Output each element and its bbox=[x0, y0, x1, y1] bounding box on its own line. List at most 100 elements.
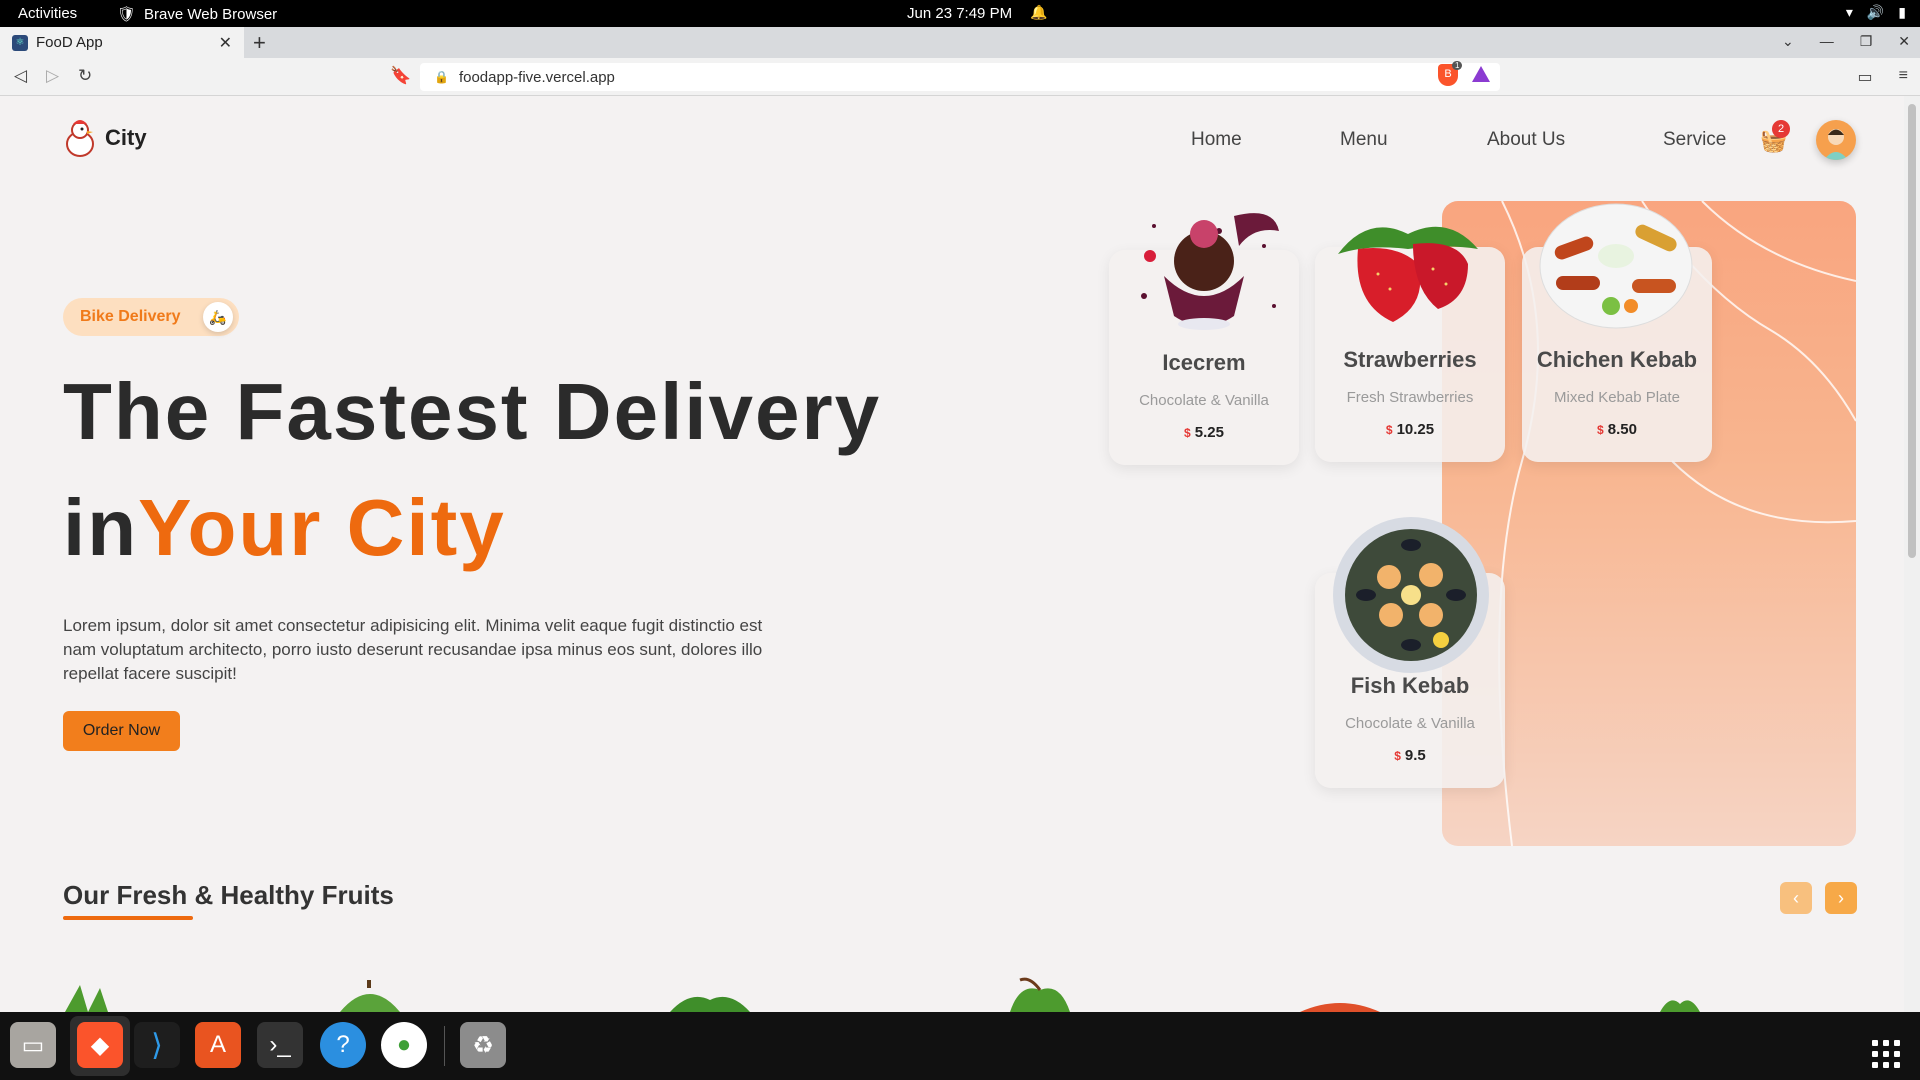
tab-strip: ⚛ FooD App ✕ + ⌄ — ❐ ✕ bbox=[0, 27, 1920, 58]
fruit-thumbnail-4 bbox=[1010, 977, 1070, 1012]
fruit-thumbnail-5 bbox=[1300, 1003, 1380, 1012]
url-text: foodapp-five.vercel.app bbox=[458, 68, 615, 86]
clock[interactable]: Jun 23 7:49 PM bbox=[907, 5, 1012, 22]
site-logo[interactable]: City bbox=[63, 118, 147, 158]
reload-icon[interactable]: ↻ bbox=[78, 66, 92, 86]
card-price: $9.5 bbox=[1315, 747, 1505, 764]
tab-food-app[interactable]: ⚛ FooD App ✕ bbox=[0, 27, 244, 58]
card-name: Strawberries bbox=[1343, 347, 1477, 372]
currency-symbol: $ bbox=[1385, 423, 1393, 437]
url-field[interactable]: 🔒 foodapp-five.vercel.app bbox=[420, 63, 1500, 91]
brave-browser-icon[interactable]: ◆ bbox=[77, 1022, 123, 1068]
currency-symbol: $ bbox=[1184, 426, 1191, 440]
card-name: Icecrem bbox=[1162, 350, 1246, 375]
address-bar-row: ◁ ▷ ↻ 🔖 🔒 foodapp-five.vercel.app B 1 ▭ … bbox=[0, 58, 1920, 96]
bookmark-icon[interactable]: 🔖 bbox=[390, 66, 411, 86]
browser-right-icons: ▭ ≡ bbox=[1858, 67, 1908, 87]
delivery-scooter-icon: 🛵 bbox=[203, 302, 233, 332]
hero-headline-line1: The Fastest Delivery bbox=[63, 367, 882, 456]
notification-bell-icon: 🔔 bbox=[1030, 4, 1048, 20]
kebab-plate-image bbox=[1539, 203, 1693, 329]
fruits-section-title: Our Fresh & Healthy Fruits bbox=[63, 880, 394, 910]
dock-separator bbox=[444, 1026, 445, 1066]
brand-name: City bbox=[105, 125, 147, 150]
cart-count-badge: 2 bbox=[1772, 120, 1790, 138]
card-price: $10.25 bbox=[1315, 421, 1505, 438]
system-tray[interactable]: ▾ 🔊 ▮ bbox=[1846, 4, 1906, 21]
card-price: $8.50 bbox=[1522, 421, 1712, 438]
tab-title: FooD App bbox=[36, 34, 103, 51]
user-avatar[interactable] bbox=[1816, 120, 1856, 160]
card-name: Fish Kebab bbox=[1350, 673, 1470, 698]
nav-menu[interactable]: Menu bbox=[1340, 129, 1388, 151]
files-icon[interactable]: ▭ bbox=[10, 1022, 56, 1068]
mongodb-compass-icon[interactable]: ● bbox=[381, 1022, 427, 1068]
order-now-button[interactable]: Order Now bbox=[63, 711, 180, 751]
bike-delivery-label: Bike Delivery bbox=[80, 308, 181, 325]
web-page: City Home Menu About Us Service 🧺 2 Bike… bbox=[0, 96, 1904, 1012]
forward-icon[interactable]: ▷ bbox=[46, 66, 59, 86]
show-applications-icon[interactable] bbox=[1872, 1040, 1900, 1068]
fruit-thumbnail-1 bbox=[65, 985, 108, 1012]
back-icon[interactable]: ◁ bbox=[14, 66, 27, 86]
wifi-icon: ▾ bbox=[1845, 4, 1853, 20]
close-window-icon[interactable]: ✕ bbox=[1898, 33, 1910, 50]
window-controls: ⌄ — ❐ ✕ bbox=[1782, 33, 1910, 50]
page-scrollbar[interactable] bbox=[1904, 96, 1920, 1012]
lock-icon: 🔒 bbox=[434, 70, 449, 84]
price-value: 9.5 bbox=[1404, 747, 1426, 764]
card-name: Chichen Kebab bbox=[1536, 347, 1698, 372]
section-title-underline bbox=[63, 916, 193, 920]
strawberries-image bbox=[1338, 226, 1478, 322]
price-value: 5.25 bbox=[1194, 424, 1224, 441]
app-menu[interactable]: 🛡 Brave Web Browser bbox=[117, 5, 278, 24]
headline-accent: Your City bbox=[138, 483, 506, 572]
chef-chicken-logo-icon bbox=[66, 120, 94, 157]
vscode-icon[interactable]: ⟩ bbox=[134, 1022, 180, 1068]
react-favicon-icon: ⚛ bbox=[12, 34, 28, 51]
fruit-thumbnail-2 bbox=[340, 980, 400, 1012]
brave-rewards-icon[interactable] bbox=[1472, 66, 1490, 82]
app-menu-label: Brave Web Browser bbox=[144, 5, 278, 23]
price-value: 8.50 bbox=[1607, 421, 1637, 438]
software-store-icon[interactable]: A bbox=[195, 1022, 241, 1068]
carousel-prev-button[interactable]: ‹ bbox=[1780, 882, 1812, 914]
help-icon[interactable]: ? bbox=[320, 1022, 366, 1068]
new-tab-button[interactable]: + bbox=[253, 30, 266, 56]
card-description: Chocolate & Vanilla bbox=[1345, 715, 1475, 732]
card-description: Fresh Strawberries bbox=[1346, 389, 1474, 406]
currency-symbol: $ bbox=[1394, 749, 1401, 763]
price-value: 10.25 bbox=[1396, 421, 1435, 438]
carousel-next-button[interactable]: › bbox=[1825, 882, 1857, 914]
terminal-icon[interactable]: ›_ bbox=[257, 1022, 303, 1068]
battery-icon: ▮ bbox=[1898, 4, 1906, 20]
volume-icon: 🔊 bbox=[1866, 4, 1885, 20]
hero-description: Lorem ipsum, dolor sit amet consectetur … bbox=[63, 616, 763, 683]
hero-headline-line2: inYour City bbox=[63, 482, 506, 574]
avatar-icon bbox=[1824, 129, 1848, 160]
fruit-thumbnail-6 bbox=[1660, 1000, 1700, 1012]
card-description: Mixed Kebab Plate bbox=[1554, 389, 1680, 406]
dock: ▭ ◆ ⟩ A ›_ ? ● ♻ bbox=[0, 1012, 1920, 1080]
fruit-thumbnail-3 bbox=[670, 996, 750, 1012]
trash-icon[interactable]: ♻ bbox=[460, 1022, 506, 1068]
menu-icon[interactable]: ≡ bbox=[1899, 67, 1908, 87]
system-top-bar: Activities 🛡 Brave Web Browser Jun 23 7:… bbox=[0, 0, 1920, 27]
maximize-icon[interactable]: ❐ bbox=[1860, 33, 1873, 50]
nav-home[interactable]: Home bbox=[1191, 129, 1242, 151]
scrollbar-thumb[interactable] bbox=[1908, 104, 1916, 558]
brave-lion-icon: 🛡 bbox=[117, 6, 137, 23]
bike-delivery-pill: Bike Delivery 🛵 bbox=[63, 298, 239, 336]
nav-about-us[interactable]: About Us bbox=[1487, 129, 1565, 151]
close-tab-icon[interactable]: ✕ bbox=[219, 33, 232, 53]
nav-service[interactable]: Service bbox=[1663, 129, 1726, 151]
activities-button[interactable]: Activities bbox=[18, 5, 77, 22]
icecream-image bbox=[1141, 213, 1279, 330]
wallet-icon[interactable]: ▭ bbox=[1858, 67, 1873, 87]
currency-symbol: $ bbox=[1597, 423, 1604, 437]
card-description: Chocolate & Vanilla bbox=[1139, 392, 1269, 409]
minimize-icon[interactable]: — bbox=[1820, 33, 1834, 50]
card-price: $5.25 bbox=[1109, 424, 1299, 441]
fish-kebab-image bbox=[1333, 517, 1489, 673]
tab-list-icon[interactable]: ⌄ bbox=[1782, 33, 1794, 50]
